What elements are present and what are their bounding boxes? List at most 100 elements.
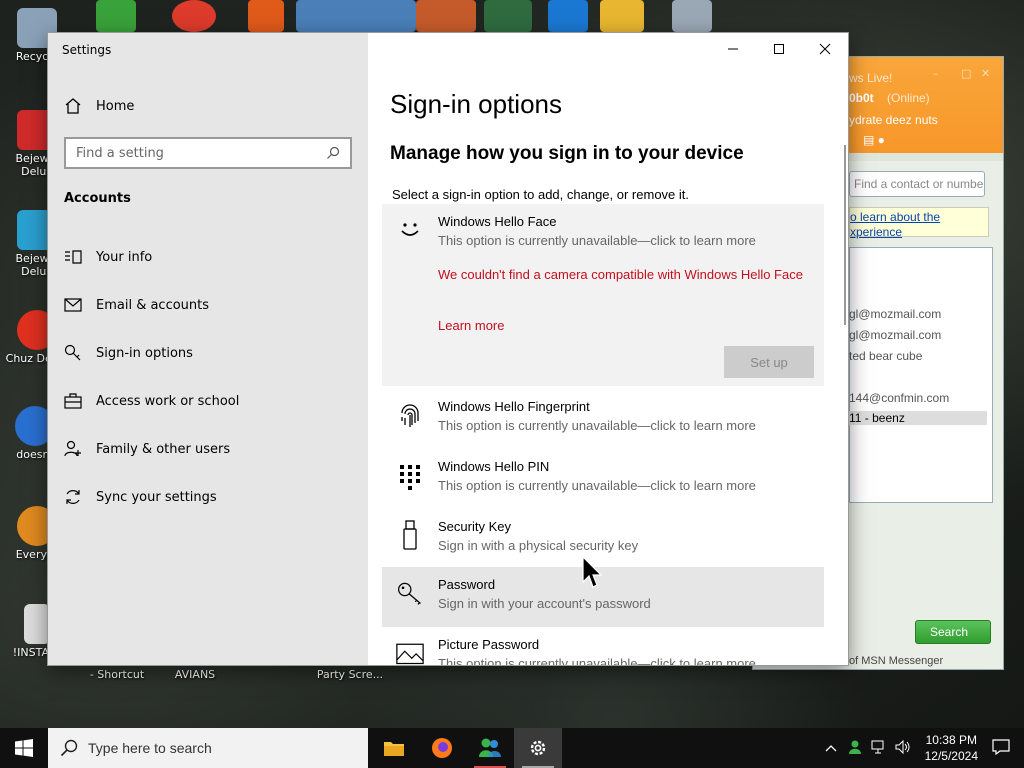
find-setting-input[interactable]: Find a setting	[64, 137, 352, 169]
desktop-label-shortcut[interactable]: - Shortcut	[82, 668, 152, 681]
picture-icon	[396, 643, 424, 665]
msn-top-icon[interactable]	[96, 0, 136, 32]
msn-minimize-button[interactable]: –	[933, 67, 939, 80]
desktop-icon-label: - Shortcut	[89, 668, 145, 681]
start-button[interactable]	[0, 728, 48, 768]
face-icon	[401, 223, 419, 236]
option-description: Sign in with your account's password	[438, 596, 651, 611]
camera-error-message: We couldn't find a camera compatible wit…	[438, 267, 803, 282]
desktop-icon-label: Party Scre...	[316, 668, 384, 681]
taskbar-search-box[interactable]: Type here to search	[48, 728, 368, 768]
option-title: Security Key	[438, 519, 511, 534]
msn-search-button[interactable]: Search	[915, 620, 991, 644]
desktop-label-avians[interactable]: AVIANS	[160, 668, 230, 681]
fingerprint-icon	[401, 404, 419, 427]
sidebar-item-email-accounts[interactable]: Email & accounts	[48, 281, 368, 329]
settings-content: Sign-in options Manage how you sign in t…	[368, 33, 848, 665]
scrollbar[interactable]	[844, 145, 846, 325]
option-description: This option is currently unavailable—cli…	[438, 478, 756, 493]
usb-key-icon	[403, 520, 417, 550]
page-hint: Select a sign-in option to add, change, …	[392, 187, 690, 202]
msn-close-button[interactable]: ✕	[981, 67, 990, 80]
settings-sidebar: Settings Home Find a setting Accounts Yo…	[48, 33, 368, 665]
home-icon	[65, 98, 81, 114]
sidebar-item-label: Sync your settings	[96, 489, 217, 505]
notification-center-icon[interactable]	[992, 738, 1010, 758]
option-title: Password	[438, 577, 496, 592]
msn-contact-item[interactable]: 144@confmin.com	[849, 391, 949, 405]
desktop-icon-label: AVIANS	[174, 668, 216, 681]
setup-button[interactable]: Set up	[724, 346, 814, 378]
find-setting-placeholder: Find a setting	[76, 145, 164, 161]
msn-contact-item[interactable]: ted bear cube	[849, 349, 922, 363]
option-description: This option is currently unavailable—cli…	[438, 418, 756, 433]
explorer-top-icon[interactable]	[600, 0, 644, 32]
windows-top-icon[interactable]	[548, 0, 588, 32]
learn-more-link[interactable]: Learn more	[438, 318, 504, 333]
firefox-icon	[432, 738, 452, 758]
recycle-top-icon[interactable]	[672, 0, 712, 32]
msn-username[interactable]: 0b0t	[849, 91, 874, 105]
home-label: Home	[96, 98, 135, 114]
msn-contact-item[interactable]: gl@mozmail.com	[849, 328, 941, 342]
folder-top-icon[interactable]	[296, 0, 416, 32]
option-windows-hello-pin[interactable]: Windows Hello PIN This option is current…	[382, 449, 824, 509]
sidebar-item-label: Email & accounts	[96, 297, 210, 313]
app-top-icon[interactable]	[248, 0, 284, 32]
option-description: Sign in with a physical security key	[438, 538, 639, 553]
briefcase-icon	[64, 393, 82, 409]
option-description: This option is currently unavailable—cli…	[438, 656, 756, 665]
messenger-buddy-icon	[479, 738, 501, 757]
sidebar-item-label: Your info	[96, 249, 153, 265]
sidebar-item-access-work[interactable]: Access work or school	[48, 377, 368, 425]
taskbar-file-explorer[interactable]	[370, 728, 418, 768]
chevron-up-icon[interactable]	[825, 741, 837, 755]
folder-icon	[384, 742, 404, 756]
sidebar-item-your-info[interactable]: Your info	[48, 233, 368, 281]
office-top-icon[interactable]	[416, 0, 476, 32]
taskbar-firefox[interactable]	[418, 728, 466, 768]
volume-icon[interactable]	[895, 739, 911, 757]
chrome-top-icon[interactable]	[172, 0, 216, 32]
person-card-icon	[65, 250, 82, 264]
sidebar-item-sign-in-options[interactable]: Sign-in options	[48, 329, 368, 377]
msn-contact-item[interactable]: gl@mozmail.com	[849, 307, 941, 321]
page-title: Sign-in options	[390, 89, 562, 119]
sidebar-item-family-users[interactable]: Family & other users	[48, 425, 368, 473]
msn-search-input[interactable]: Find a contact or numbe	[849, 171, 985, 197]
home-nav-item[interactable]: Home	[64, 97, 134, 115]
sync-icon	[66, 490, 80, 504]
clock-date: 12/5/2024	[924, 749, 978, 763]
option-title: Picture Password	[438, 637, 540, 652]
taskbar-search-placeholder: Type here to search	[88, 740, 212, 756]
sidebar-item-label: Access work or school	[96, 393, 240, 409]
msn-contact-list[interactable]	[849, 247, 993, 503]
game-top-icon[interactable]	[484, 0, 532, 32]
msn-contact-item[interactable]: 11 - beenz	[849, 411, 987, 425]
taskbar-settings[interactable]	[514, 728, 562, 768]
mail-icon	[64, 298, 82, 312]
system-tray: 10:38 PM 12/5/2024	[825, 728, 1024, 768]
clock[interactable]: 10:38 PM 12/5/2024	[925, 732, 978, 764]
msn-tray-icon[interactable]	[847, 739, 863, 758]
settings-window[interactable]: Settings Home Find a setting Accounts Yo…	[48, 33, 848, 665]
msn-personal-message[interactable]: ydrate deez nuts	[849, 113, 938, 127]
sidebar-item-label: Family & other users	[96, 441, 231, 457]
msn-info-link[interactable]: o learn about the xperience	[849, 207, 989, 239]
network-icon[interactable]	[871, 740, 887, 757]
option-windows-hello-fingerprint[interactable]: Windows Hello Fingerprint This option is…	[382, 389, 824, 449]
msn-footer: of MSN Messenger	[849, 655, 944, 667]
clock-time: 10:38 PM	[925, 733, 977, 747]
msn-toolbar-icons[interactable]: ▤ ●	[863, 133, 885, 147]
password-key-icon	[398, 582, 421, 605]
msn-maximize-button[interactable]: □	[961, 67, 971, 80]
search-icon	[60, 739, 78, 757]
option-windows-hello-face[interactable]: Windows Hello Face This option is curren…	[382, 204, 824, 386]
option-picture-password[interactable]: Picture Password This option is currentl…	[382, 627, 824, 665]
option-description: This option is currently unavailable—cli…	[438, 233, 756, 248]
msn-status[interactable]: (Online)	[887, 91, 930, 105]
key-icon	[64, 344, 81, 361]
sidebar-item-sync[interactable]: Sync your settings	[48, 473, 368, 521]
taskbar-msn-messenger[interactable]	[466, 728, 514, 768]
desktop-label-party[interactable]: Party Scre...	[312, 668, 388, 681]
